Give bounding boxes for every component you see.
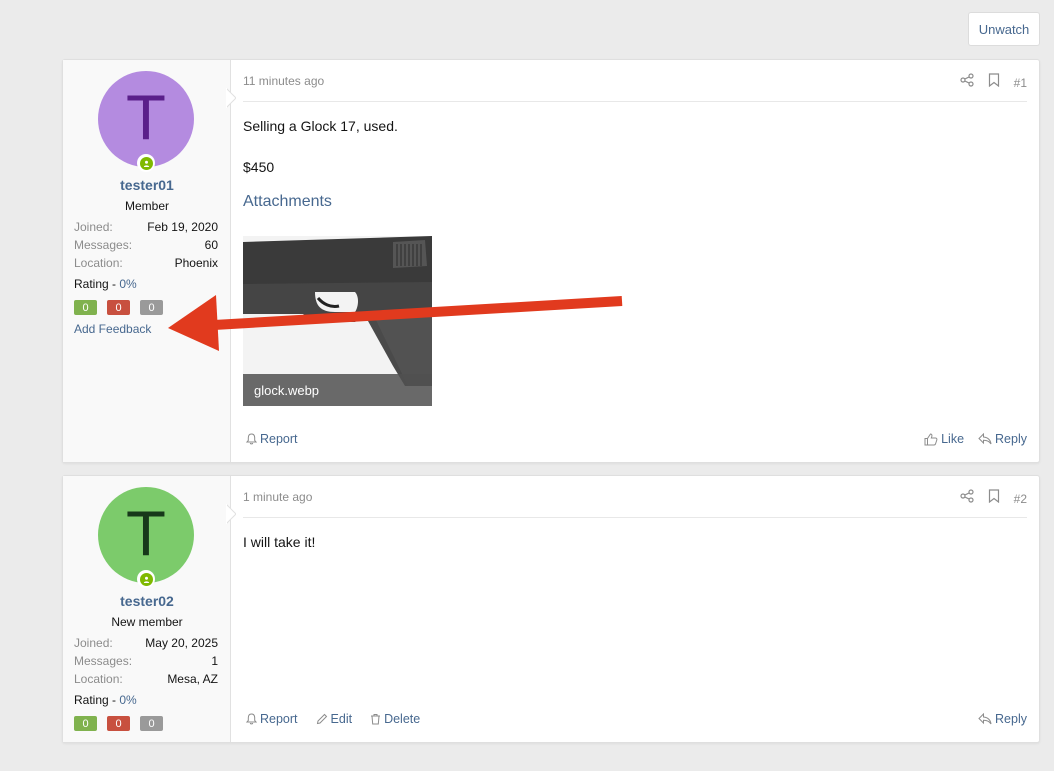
stat-messages: Messages: 1	[74, 654, 218, 668]
post-body-line: $450	[243, 159, 275, 175]
report-button[interactable]: Report	[246, 432, 298, 446]
neutral-feedback-badge[interactable]: 0	[140, 300, 163, 315]
bookmark-icon[interactable]	[988, 489, 1000, 508]
stat-location: Location: Mesa, AZ	[74, 672, 218, 686]
report-button[interactable]: Report	[246, 712, 298, 726]
post-1: T tester01 Member Joined: Feb 19, 2020 Me…	[62, 59, 1040, 463]
feedback-badges: 0 0 0	[74, 300, 163, 315]
post-number[interactable]: #2	[1014, 492, 1027, 506]
stat-location: Location: Phoenix	[74, 256, 218, 270]
attachment-thumbnail[interactable]: glock.webp	[243, 236, 432, 406]
reply-icon	[978, 433, 992, 445]
neutral-feedback-badge[interactable]: 0	[140, 716, 163, 731]
rating: Rating - 0%	[74, 277, 137, 291]
reply-button[interactable]: Reply	[978, 432, 1027, 446]
username[interactable]: tester01	[63, 177, 231, 193]
like-button[interactable]: Like	[924, 432, 964, 446]
share-icon[interactable]	[960, 489, 974, 508]
reply-icon	[978, 713, 992, 725]
user-info-panel: T tester01 Member Joined: Feb 19, 2020 Me…	[63, 60, 231, 462]
trash-icon	[371, 714, 381, 725]
share-icon[interactable]	[960, 73, 974, 92]
positive-feedback-badge[interactable]: 0	[74, 716, 97, 731]
edit-button[interactable]: Edit	[316, 712, 352, 726]
rating-value[interactable]: 0%	[119, 693, 136, 707]
delete-button[interactable]: Delete	[370, 712, 420, 726]
post-body-line: Selling a Glock 17, used.	[243, 118, 398, 134]
pencil-icon	[316, 713, 327, 725]
bell-icon	[246, 713, 257, 725]
stat-joined: Joined: May 20, 2025	[74, 636, 218, 650]
post-body-line: I will take it!	[243, 534, 316, 550]
message-content: 11 minutes ago #1 Selling a Glock 17, us…	[243, 60, 1027, 462]
message-header: 11 minutes ago #1	[243, 60, 1027, 102]
negative-feedback-badge[interactable]: 0	[107, 716, 130, 731]
username[interactable]: tester02	[63, 593, 231, 609]
bookmark-icon[interactable]	[988, 73, 1000, 92]
online-status-icon	[137, 154, 155, 172]
message-pointer	[226, 504, 236, 524]
rating: Rating - 0%	[74, 693, 137, 707]
attachments-title: Attachments	[243, 193, 332, 210]
post-number[interactable]: #1	[1014, 76, 1027, 90]
add-feedback-link[interactable]: Add Feedback	[74, 322, 151, 336]
post-time[interactable]: 11 minutes ago	[243, 74, 324, 88]
reply-button[interactable]: Reply	[978, 712, 1027, 726]
user-title: Member	[124, 199, 169, 213]
user-title: New member	[111, 615, 183, 629]
feedback-badges: 0 0 0	[74, 716, 163, 731]
negative-feedback-badge[interactable]: 0	[107, 300, 130, 315]
user-info-panel: T tester02 New member Joined: May 20, 202…	[63, 476, 231, 742]
avatar[interactable]: T	[98, 487, 194, 583]
avatar[interactable]: T	[98, 71, 194, 167]
message-header: 1 minute ago #2	[243, 476, 1027, 518]
thumbs-up-icon	[924, 432, 938, 445]
positive-feedback-badge[interactable]: 0	[74, 300, 97, 315]
attachment-filename: glock.webp	[243, 374, 432, 406]
bell-icon	[246, 433, 257, 445]
post-2: T tester02 New member Joined: May 20, 202…	[62, 475, 1040, 743]
post-time[interactable]: 1 minute ago	[243, 490, 312, 504]
stat-joined: Joined: Feb 19, 2020	[74, 220, 218, 234]
message-content: 1 minute ago #2 I will take it! Report E…	[243, 476, 1027, 742]
stat-messages: Messages: 60	[74, 238, 218, 252]
message-pointer	[226, 88, 236, 108]
rating-value[interactable]: 0%	[119, 277, 136, 291]
online-status-icon	[137, 570, 155, 588]
unwatch-button[interactable]: Unwatch	[968, 12, 1040, 46]
